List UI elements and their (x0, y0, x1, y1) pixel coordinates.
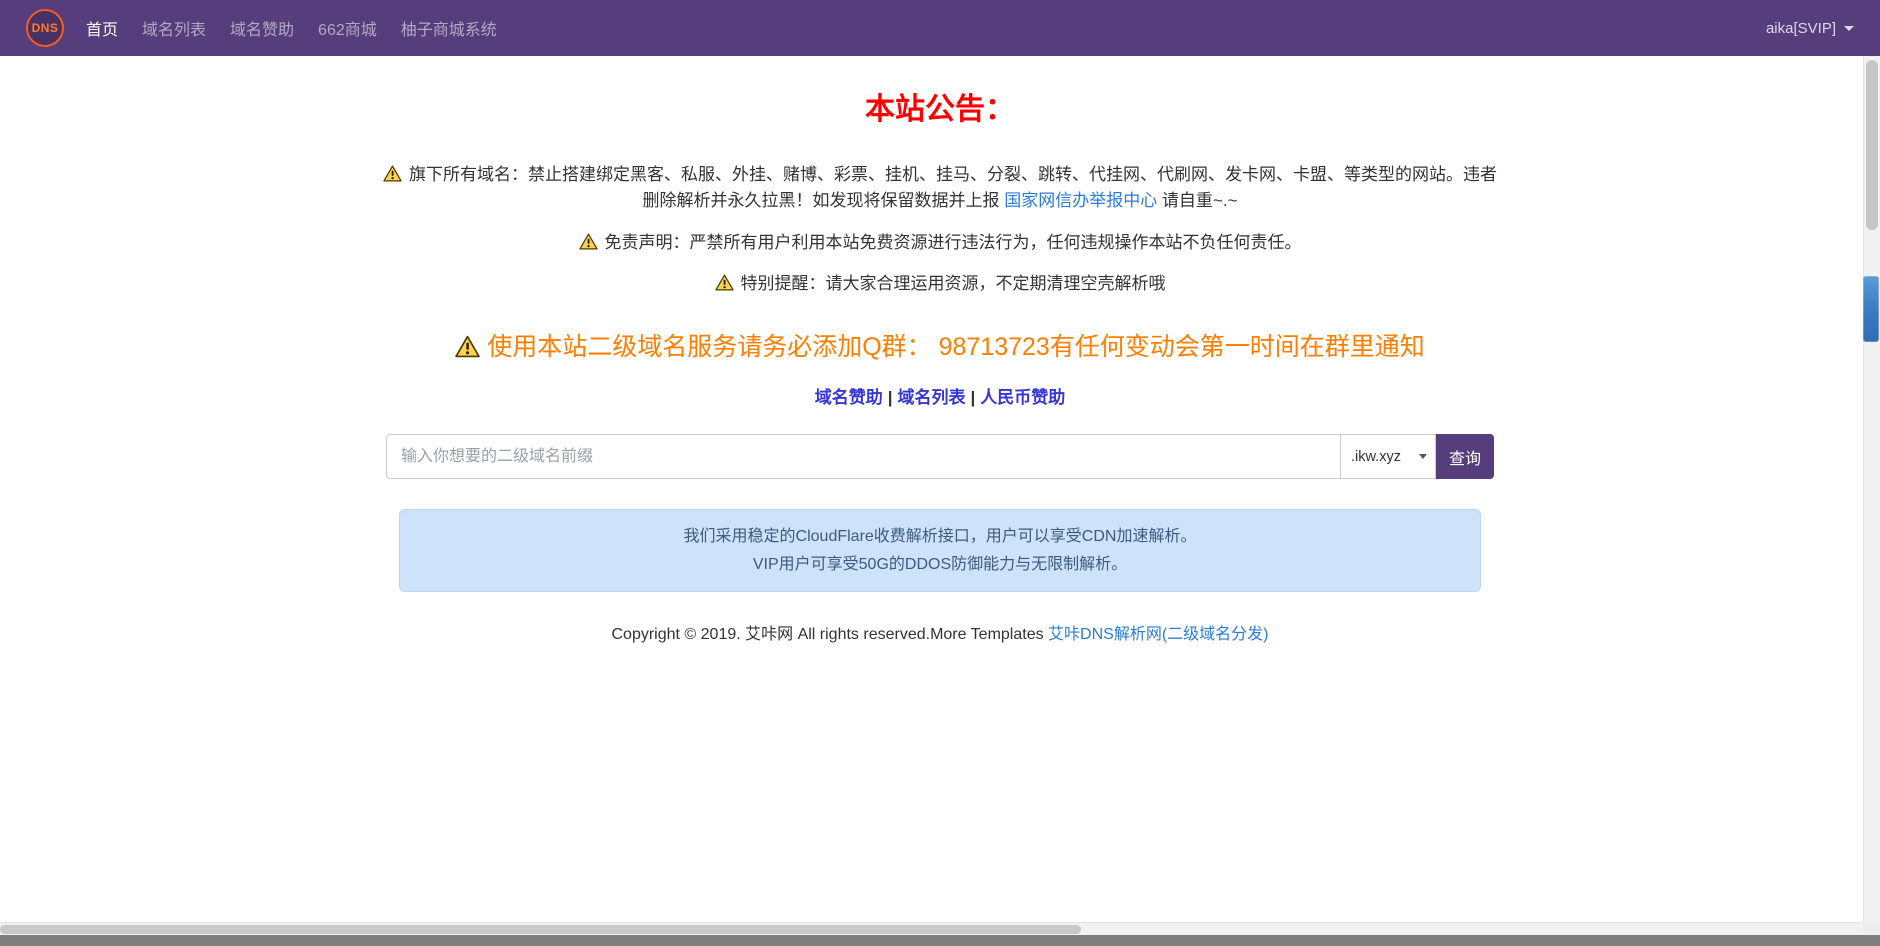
page-title: 本站公告： (0, 84, 1880, 128)
info-line-2: VIP用户可享受50G的DDOS防御能力与无限制解析。 (410, 551, 1470, 578)
vertical-scrollbar-thumb[interactable] (1866, 60, 1878, 230)
notice-disclaimer: 免责声明：严禁所有用户利用本站免费资源进行违法行为，任何违规操作本站不负任何责任… (380, 230, 1500, 256)
horizontal-scrollbar-thumb[interactable] (0, 925, 1081, 934)
main-content: 本站公告： 旗下所有域名：禁止搭建绑定黑客、私服、外挂、赌博、彩票、挂机、挂马、… (0, 0, 1880, 644)
horizontal-scrollbar[interactable] (0, 922, 1863, 935)
qq-notice-text: 使用本站二级域名服务请务必添加Q群： 98713723有任何变动会第一时间在群里… (487, 333, 1425, 361)
nav-item-662-shop[interactable]: 662商城 (318, 16, 377, 40)
warning-triangle-icon (383, 165, 402, 182)
page: DNS 首页 域名列表 域名赞助 662商城 柚子商城系统 aika[SVIP]… (0, 0, 1880, 946)
link-separator: | (971, 388, 976, 407)
scrollbar-corner (1863, 922, 1880, 935)
footer-site-link[interactable]: 艾咔DNS解析网(二级域名分发) (1048, 626, 1268, 643)
brand-text: DNS (32, 21, 59, 35)
user-name: aika[SVIP] (1766, 20, 1836, 37)
info-line-1: 我们采用稳定的CloudFlare收费解析接口，用户可以享受CDN加速解析。 (410, 523, 1470, 550)
search-bar: .ikw.xyz 查询 (386, 434, 1494, 479)
cdn-info-box: 我们采用稳定的CloudFlare收费解析接口，用户可以享受CDN加速解析。 V… (399, 509, 1481, 591)
report-center-link[interactable]: 国家网信办举报中心 (1004, 191, 1157, 210)
selected-suffix: .ikw.xyz (1351, 449, 1401, 465)
quick-link-rmb-sponsor[interactable]: 人民币赞助 (980, 388, 1065, 407)
notice-text: 特别提醒：请大家合理运用资源，不定期清理空壳解析哦 (741, 274, 1166, 293)
floating-sidebar-tab[interactable] (1863, 276, 1879, 342)
search-button[interactable]: 查询 (1436, 434, 1494, 479)
qq-group-notice: 使用本站二级域名服务请务必添加Q群： 98713723有任何变动会第一时间在群里… (0, 327, 1880, 363)
warning-triangle-icon (579, 233, 598, 250)
dns-logo-icon[interactable]: DNS (26, 9, 64, 47)
copyright-text: Copyright © 2019. 艾咔网 All rights reserve… (611, 626, 1048, 643)
domain-suffix-select[interactable]: .ikw.xyz (1340, 434, 1436, 479)
caret-down-icon (1419, 454, 1427, 459)
notice-forbidden: 旗下所有域名：禁止搭建绑定黑客、私服、外挂、赌博、彩票、挂机、挂马、分裂、跳转、… (380, 162, 1500, 215)
navbar: DNS 首页 域名列表 域名赞助 662商城 柚子商城系统 aika[SVIP] (0, 0, 1880, 56)
quick-link-domain-sponsor[interactable]: 域名赞助 (815, 388, 883, 407)
notice-text-before: 旗下所有域名：禁止搭建绑定黑客、私服、外挂、赌博、彩票、挂机、挂马、分裂、跳转、… (409, 165, 1497, 210)
quick-links: 域名赞助|域名列表|人民币赞助 (0, 383, 1880, 408)
notice-reminder: 特别提醒：请大家合理运用资源，不定期清理空壳解析哦 (380, 271, 1500, 297)
nav-item-domain-sponsor[interactable]: 域名赞助 (230, 16, 294, 40)
link-separator: | (888, 388, 893, 407)
window-bottom-strip (0, 935, 1880, 946)
vertical-scrollbar[interactable] (1863, 56, 1880, 922)
quick-link-domain-list[interactable]: 域名列表 (898, 388, 966, 407)
user-menu[interactable]: aika[SVIP] (1766, 20, 1854, 37)
caret-down-icon (1844, 26, 1854, 31)
warning-triangle-icon (455, 335, 480, 358)
notice-text: 免责声明：严禁所有用户利用本站免费资源进行违法行为，任何违规操作本站不负任何责任… (605, 233, 1302, 252)
notice-text-after: 请自重~.~ (1157, 191, 1237, 210)
nav-links: 首页 域名列表 域名赞助 662商城 柚子商城系统 (86, 16, 497, 40)
domain-prefix-input[interactable] (386, 434, 1340, 479)
nav-item-youzi-shop[interactable]: 柚子商城系统 (401, 16, 497, 40)
warning-triangle-icon (715, 274, 734, 291)
nav-item-home[interactable]: 首页 (86, 16, 118, 40)
nav-item-domain-list[interactable]: 域名列表 (142, 16, 206, 40)
footer: Copyright © 2019. 艾咔网 All rights reserve… (0, 620, 1880, 644)
